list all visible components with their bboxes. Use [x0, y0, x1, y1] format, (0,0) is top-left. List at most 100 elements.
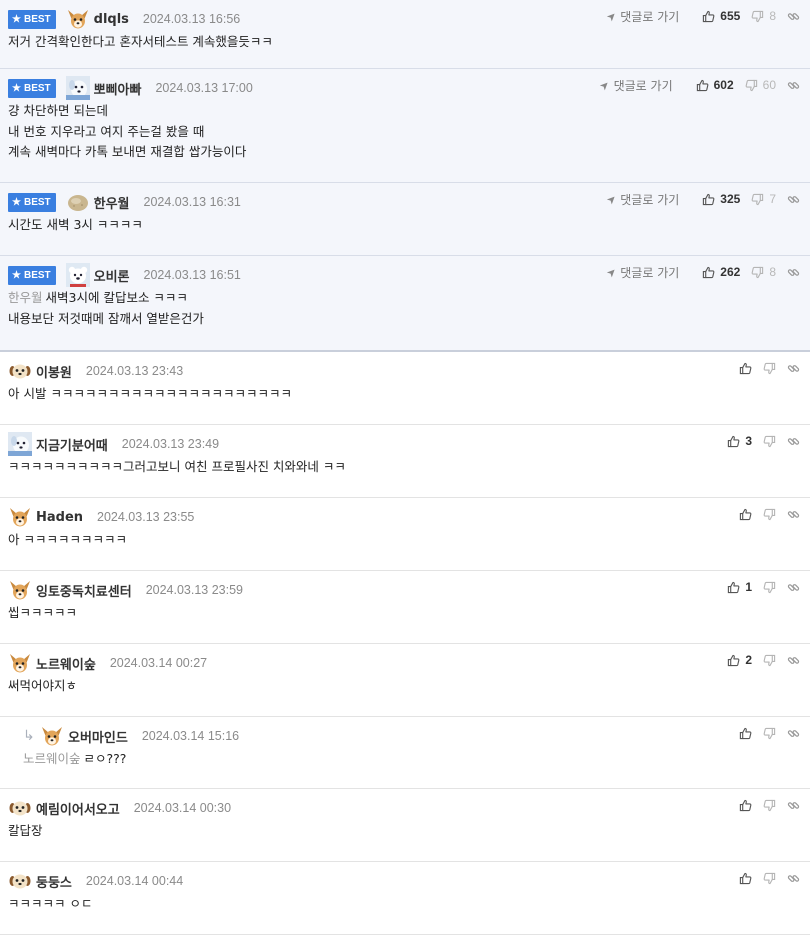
downvote-button[interactable]	[763, 362, 776, 375]
thumbs-down-icon	[763, 727, 776, 740]
nickname[interactable]: 둥둥스	[36, 872, 72, 891]
link-icon	[787, 799, 800, 812]
comment-date: 2024.03.14 00:27	[109, 656, 208, 670]
downvote-button[interactable]: 7	[751, 192, 776, 206]
comment-item: 잉토중독치료센터 2024.03.13 23:59 1 씹ㅋㅋㅋㅋㅋ	[0, 571, 810, 644]
avatar[interactable]	[65, 76, 90, 100]
nickname[interactable]: 이봉원	[36, 362, 72, 381]
nickname[interactable]: 지금기분어때	[36, 435, 108, 454]
copy-link-button[interactable]	[787, 727, 800, 740]
copy-link-button[interactable]	[787, 10, 800, 23]
downvote-button[interactable]	[763, 799, 776, 812]
link-icon	[787, 727, 800, 740]
avatar[interactable]	[8, 505, 32, 529]
upvote-button[interactable]	[739, 508, 752, 521]
comment-body: 아 ㅋㅋㅋㅋㅋㅋㅋㅋㅋ	[8, 530, 127, 551]
comment-header: ★ BEST 한우월 2024.03.13 16:31	[8, 191, 241, 213]
avatar[interactable]	[66, 7, 90, 31]
copy-link-button[interactable]	[787, 508, 800, 521]
thumbs-up-icon	[739, 727, 752, 740]
comment-header: ★ BEST dlqls 2024.03.13 16:56	[8, 8, 240, 30]
downvote-count: 60	[762, 78, 776, 92]
comment-header: 이봉원 2024.03.13 23:43	[8, 360, 183, 382]
comment-actions: 3	[716, 432, 800, 450]
thumbs-down-icon	[751, 266, 764, 279]
comment-date: 2024.03.13 23:43	[85, 364, 184, 378]
nickname[interactable]: 노르웨이숲	[36, 654, 96, 673]
avatar[interactable]	[8, 578, 32, 602]
downvote-button[interactable]	[763, 654, 776, 667]
goto-comment-link[interactable]: ➤ 댓글로 가기	[604, 8, 679, 25]
copy-link-button[interactable]	[787, 362, 800, 375]
nickname[interactable]: 예림이어서오고	[36, 799, 120, 818]
goto-comment-link[interactable]: ➤ 댓글로 가기	[597, 77, 672, 94]
goto-comment-link[interactable]: ➤ 댓글로 가기	[604, 191, 679, 208]
quoted-user[interactable]: 노르웨이숲	[23, 751, 81, 766]
nickname[interactable]: 잉토중독치료센터	[36, 581, 132, 600]
comment-body: 걍 차단하면 되는데 내 번호 지우라고 여지 주는걸 봤을 때 계속 새벽마다 카…	[8, 101, 246, 163]
best-badge-label: BEST	[23, 13, 51, 25]
comment-text: 아 ㅋㅋㅋㅋㅋㅋㅋㅋㅋ	[8, 532, 127, 547]
copy-link-button[interactable]	[787, 266, 800, 279]
upvote-button[interactable]: 325	[702, 192, 740, 206]
upvote-button[interactable]: 3	[727, 434, 752, 448]
upvote-button[interactable]: 1	[727, 580, 752, 594]
nickname[interactable]: 오비론	[94, 266, 130, 285]
quoted-user[interactable]: 한우월	[8, 290, 43, 305]
nickname[interactable]: dlqls	[94, 12, 129, 27]
downvote-button[interactable]	[763, 508, 776, 521]
avatar[interactable]	[66, 190, 90, 214]
comment-body: ㅋㅋㅋㅋㅋㅋㅋㅋㅋㅋ그러고보니 여친 프로필사진 치와와네 ㅋㅋ	[8, 457, 346, 478]
upvote-count: 3	[745, 434, 752, 448]
thumbs-up-icon	[739, 508, 752, 521]
dog-tan-icon	[66, 7, 90, 31]
nickname[interactable]: 한우월	[94, 193, 130, 212]
upvote-button[interactable]	[739, 362, 752, 375]
avatar[interactable]	[65, 263, 90, 287]
upvote-button[interactable]: 655	[702, 9, 740, 23]
avatar[interactable]	[8, 796, 32, 820]
goto-comment-link[interactable]: ➤ 댓글로 가기	[604, 264, 679, 281]
copy-link-button[interactable]	[787, 193, 800, 206]
upvote-button[interactable]: 262	[702, 265, 740, 279]
upvote-button[interactable]	[739, 872, 752, 885]
dog-tan-icon	[8, 505, 32, 529]
nickname[interactable]: 뽀삐아빠	[94, 79, 142, 98]
navigate-arrow-icon: ➤	[597, 77, 613, 93]
downvote-button[interactable]: 60	[745, 78, 776, 92]
copy-link-button[interactable]	[787, 435, 800, 448]
comment-item: Haden 2024.03.13 23:55 아 ㅋㅋㅋㅋㅋㅋㅋㅋㅋ	[0, 498, 810, 571]
avatar[interactable]	[8, 359, 32, 383]
best-badge-label: BEST	[23, 196, 51, 208]
avatar[interactable]	[40, 724, 64, 748]
comment-header: Haden 2024.03.13 23:55	[8, 506, 194, 528]
copy-link-button[interactable]	[787, 79, 800, 92]
copy-link-button[interactable]	[787, 872, 800, 885]
copy-link-button[interactable]	[787, 654, 800, 667]
nickname[interactable]: Haden	[36, 510, 83, 525]
upvote-button[interactable]	[739, 727, 752, 740]
thumbs-up-icon	[739, 799, 752, 812]
nickname[interactable]: 오버마인드	[68, 727, 128, 746]
upvote-button[interactable]	[739, 799, 752, 812]
downvote-button[interactable]: 8	[751, 265, 776, 279]
comment-item: 지금기분어때 2024.03.13 23:49 3 ㅋㅋㅋㅋㅋㅋㅋㅋㅋㅋ그러고보니 여…	[0, 425, 810, 498]
copy-link-button[interactable]	[787, 799, 800, 812]
avatar[interactable]	[8, 432, 32, 456]
downvote-button[interactable]	[763, 727, 776, 740]
upvote-button[interactable]: 2	[727, 653, 752, 667]
downvote-count: 8	[769, 9, 776, 23]
comment-date: 2024.03.13 16:51	[143, 268, 241, 282]
copy-link-button[interactable]	[787, 581, 800, 594]
dog-tan-icon	[40, 724, 64, 748]
downvote-button[interactable]	[763, 435, 776, 448]
downvote-button[interactable]: 8	[751, 9, 776, 23]
downvote-button[interactable]	[763, 872, 776, 885]
comment-header: 지금기분어때 2024.03.13 23:49	[8, 432, 219, 456]
thumbs-down-icon	[763, 581, 776, 594]
downvote-button[interactable]	[763, 581, 776, 594]
avatar[interactable]	[8, 869, 32, 893]
avatar[interactable]	[8, 651, 32, 675]
comment-text-line: 써먹어야지ㅎ	[8, 676, 77, 697]
upvote-button[interactable]: 602	[696, 78, 734, 92]
